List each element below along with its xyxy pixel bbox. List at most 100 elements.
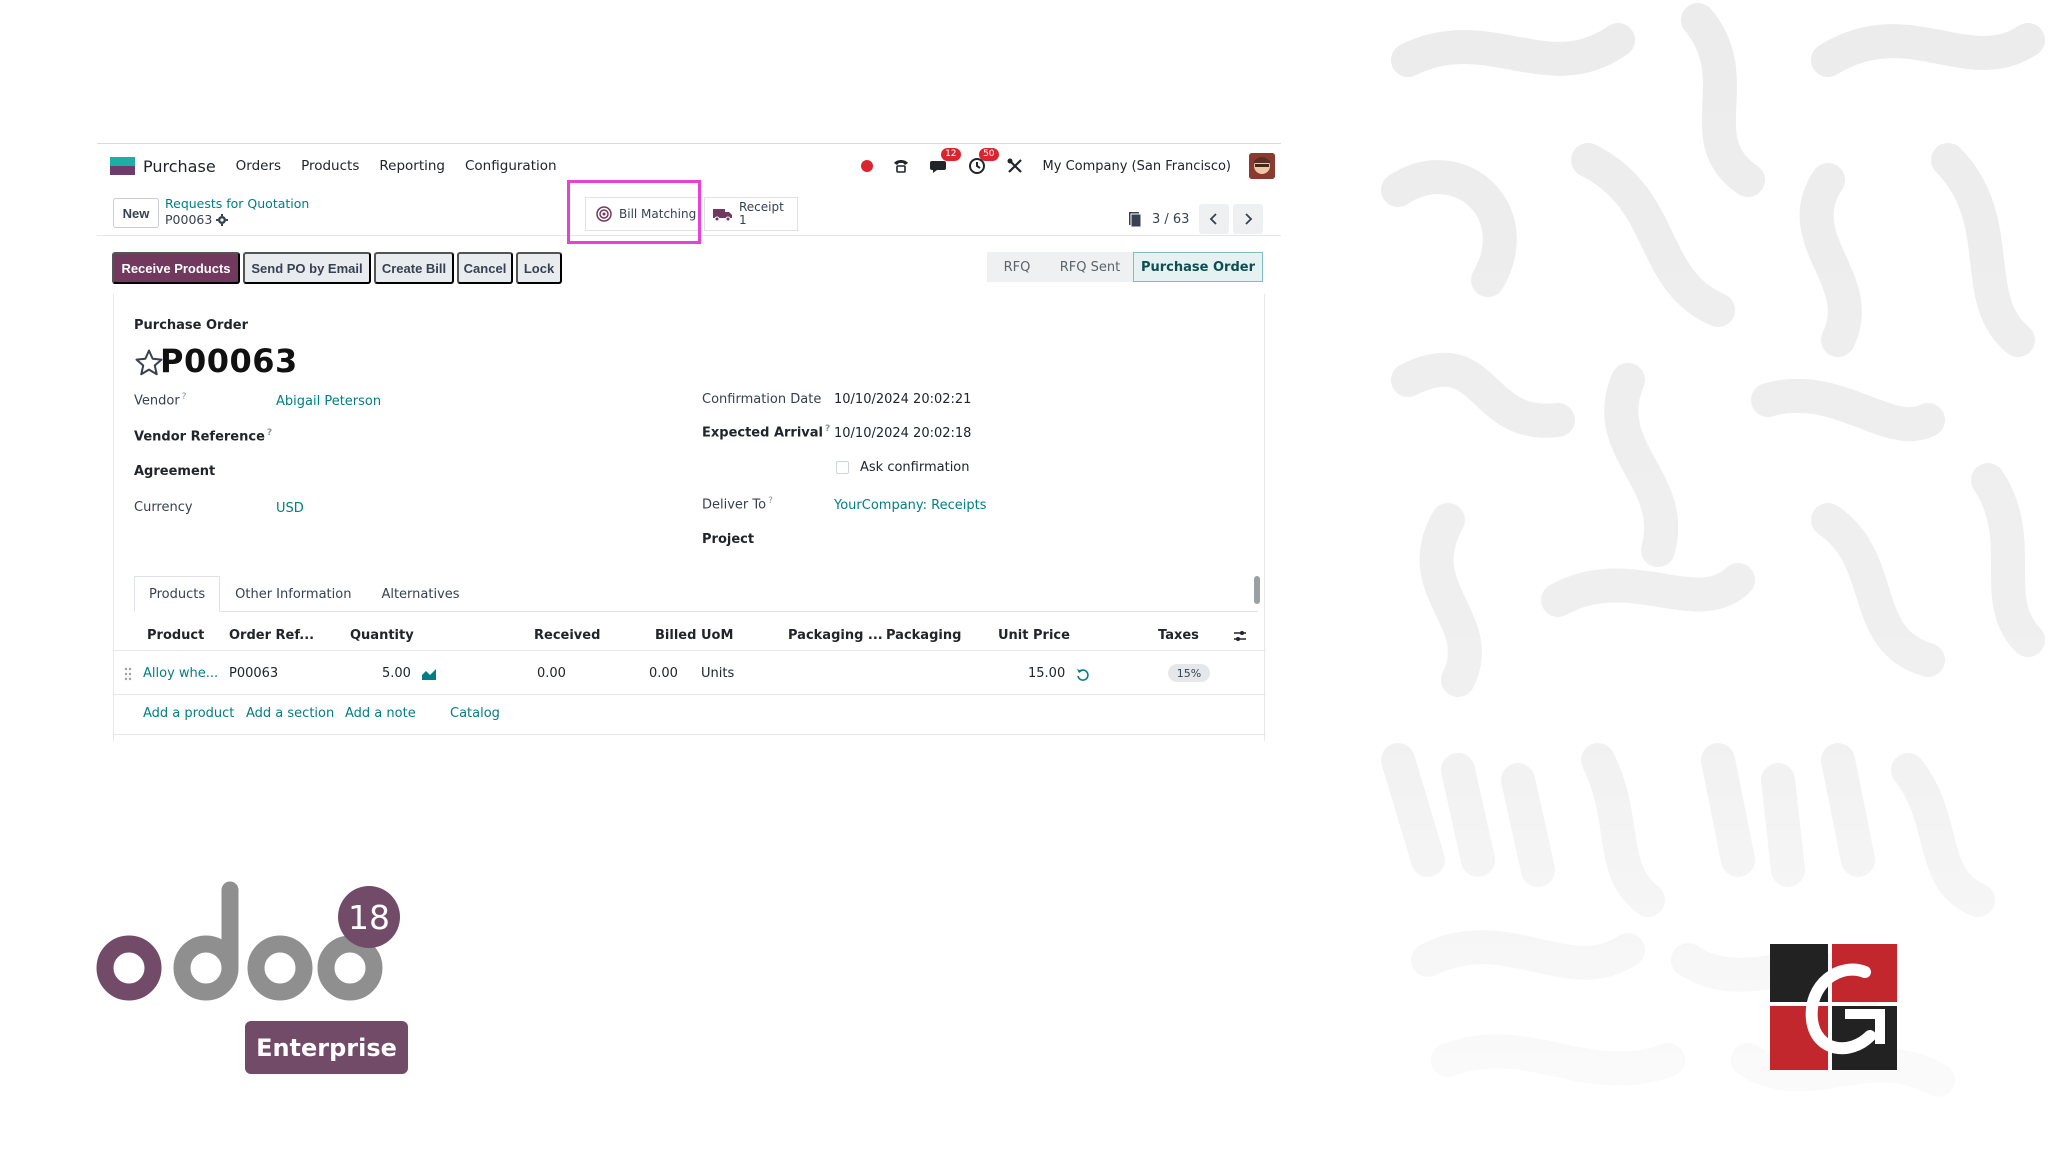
- nav-menu-orders[interactable]: Orders: [236, 158, 281, 174]
- expected-arrival-help-mark[interactable]: ?: [825, 424, 830, 434]
- col-quantity[interactable]: Quantity: [350, 628, 414, 643]
- form-action-bar: Receive Products Send PO by Email Create…: [97, 252, 1281, 286]
- receipt-smart-button[interactable]: Receipt 1: [704, 197, 798, 231]
- table-row-divider: [114, 694, 1266, 695]
- deliver-to-label: Deliver To?: [702, 496, 773, 512]
- col-taxes[interactable]: Taxes: [1158, 628, 1199, 643]
- messages-badge: 12: [941, 148, 961, 161]
- col-unit-price[interactable]: Unit Price: [998, 628, 1070, 643]
- currency-field[interactable]: USD: [276, 501, 304, 516]
- vendor-reference-label-text: Vendor Reference: [134, 429, 265, 445]
- col-order-ref[interactable]: Order Ref...: [229, 628, 314, 643]
- tab-other-information[interactable]: Other Information: [220, 576, 366, 612]
- navbar-systray: 12 50 My Company (San Francisco): [860, 144, 1275, 188]
- chevron-right-icon: [1245, 213, 1253, 225]
- company-switcher[interactable]: My Company (San Francisco): [1043, 159, 1231, 174]
- odoo-app-window: Purchase Orders Products Reporting Confi…: [97, 143, 1281, 741]
- receipt-count: 1: [739, 213, 747, 227]
- row-product[interactable]: Alloy whe...: [143, 666, 218, 681]
- form-sheet: Purchase Order P00063 Vendor? Abigail Pe…: [113, 294, 1266, 741]
- row-unit-price[interactable]: 15.00: [1028, 666, 1065, 681]
- vendor-reference-label: Vendor Reference?: [134, 428, 272, 444]
- recording-indicator-icon[interactable]: [860, 160, 873, 172]
- send-po-email-button[interactable]: Send PO by Email: [243, 252, 371, 284]
- phone-icon[interactable]: [891, 156, 911, 176]
- drag-handle-icon[interactable]: [124, 667, 132, 681]
- catalog-link[interactable]: Catalog: [450, 706, 500, 721]
- vendor-field[interactable]: Abigail Peterson: [276, 394, 381, 409]
- breadcrumb-current-label: P00063: [165, 212, 213, 227]
- expected-arrival-field[interactable]: 10/10/2024 20:02:18: [834, 426, 971, 441]
- breadcrumb-parent-link[interactable]: Requests for Quotation: [165, 196, 309, 211]
- optional-columns-icon[interactable]: [1232, 628, 1248, 644]
- tab-products[interactable]: Products: [134, 576, 221, 612]
- new-button[interactable]: New: [113, 198, 159, 228]
- partner-logo-icon: [1770, 944, 1897, 1070]
- expected-arrival-label: Expected Arrival?: [702, 424, 830, 440]
- pager-value[interactable]: 3 / 63: [1152, 212, 1189, 227]
- forecast-chart-icon[interactable]: [421, 667, 437, 681]
- pager: 3 / 63: [1128, 204, 1264, 234]
- table-bottom-divider: [114, 734, 1266, 735]
- scrollbar-thumb[interactable]: [1254, 576, 1260, 604]
- messages-icon[interactable]: 12: [929, 148, 961, 176]
- col-packaging-qty[interactable]: Packaging ...: [788, 628, 883, 643]
- reset-price-icon[interactable]: [1076, 668, 1090, 682]
- activities-badge: 50: [979, 148, 999, 161]
- nav-menu-products[interactable]: Products: [301, 158, 359, 174]
- row-billed[interactable]: 0.00: [649, 666, 678, 681]
- agreement-label: Agreement: [134, 464, 216, 479]
- deliver-to-help-mark[interactable]: ?: [768, 496, 773, 506]
- pager-next-button[interactable]: [1233, 204, 1264, 234]
- tools-icon[interactable]: [1005, 156, 1025, 176]
- add-product-link[interactable]: Add a product: [143, 706, 234, 721]
- pager-previous-button[interactable]: [1199, 204, 1230, 234]
- row-received[interactable]: 0.00: [537, 666, 566, 681]
- cancel-button[interactable]: Cancel: [457, 252, 513, 284]
- deliver-to-field[interactable]: YourCompany: Receipts: [834, 498, 987, 513]
- purchase-app-icon[interactable]: [110, 157, 135, 175]
- create-bill-button[interactable]: Create Bill: [374, 252, 454, 284]
- status-rfq-sent[interactable]: RFQ Sent: [1047, 252, 1133, 282]
- ask-confirmation-label: Ask confirmation: [860, 460, 970, 475]
- col-packaging[interactable]: Packaging: [886, 628, 961, 643]
- nav-menu-reporting[interactable]: Reporting: [379, 158, 445, 174]
- decorative-pattern: [1368, 0, 2048, 1152]
- truck-icon: [713, 209, 732, 222]
- table-header-divider: [114, 650, 1266, 651]
- project-label: Project: [702, 532, 755, 547]
- row-tax-badge[interactable]: 15%: [1168, 664, 1210, 682]
- status-purchase-order[interactable]: Purchase Order: [1133, 252, 1263, 282]
- add-section-link[interactable]: Add a section: [246, 706, 334, 721]
- add-note-link[interactable]: Add a note: [345, 706, 416, 721]
- vendor-help-mark[interactable]: ?: [182, 392, 187, 402]
- col-received[interactable]: Received: [534, 628, 600, 643]
- enterprise-badge: Enterprise: [245, 1021, 408, 1074]
- record-type-label: Purchase Order: [134, 318, 249, 333]
- col-billed[interactable]: Billed: [655, 628, 696, 643]
- tab-alternatives[interactable]: Alternatives: [366, 576, 474, 612]
- user-avatar[interactable]: [1249, 153, 1275, 179]
- col-product[interactable]: Product: [147, 628, 204, 643]
- nav-menu-configuration[interactable]: Configuration: [465, 158, 557, 174]
- confirmation-date-field[interactable]: 10/10/2024 20:02:21: [834, 392, 971, 407]
- gear-icon[interactable]: [216, 213, 229, 226]
- row-quantity[interactable]: 5.00: [382, 666, 411, 681]
- status-rfq[interactable]: RFQ: [987, 252, 1047, 282]
- document-icon[interactable]: [1128, 211, 1142, 227]
- vendor-label-text: Vendor: [134, 393, 180, 409]
- notebook-tabs: Products Other Information Alternatives: [134, 576, 1258, 612]
- version-badge: 18: [338, 886, 400, 948]
- record-name: P00063: [160, 342, 298, 380]
- ask-confirmation-checkbox[interactable]: [836, 461, 849, 474]
- row-uom[interactable]: Units: [701, 666, 734, 681]
- nav-app-name[interactable]: Purchase: [143, 157, 216, 176]
- lock-button[interactable]: Lock: [516, 252, 562, 284]
- activities-clock-icon[interactable]: 50: [967, 148, 999, 176]
- vendor-reference-help-mark[interactable]: ?: [267, 428, 272, 438]
- col-uom[interactable]: UoM: [701, 628, 733, 643]
- breadcrumb-current: P00063: [165, 212, 229, 227]
- row-order-ref[interactable]: P00063: [229, 666, 278, 681]
- receive-products-button[interactable]: Receive Products: [112, 252, 240, 284]
- currency-label: Currency: [134, 500, 193, 515]
